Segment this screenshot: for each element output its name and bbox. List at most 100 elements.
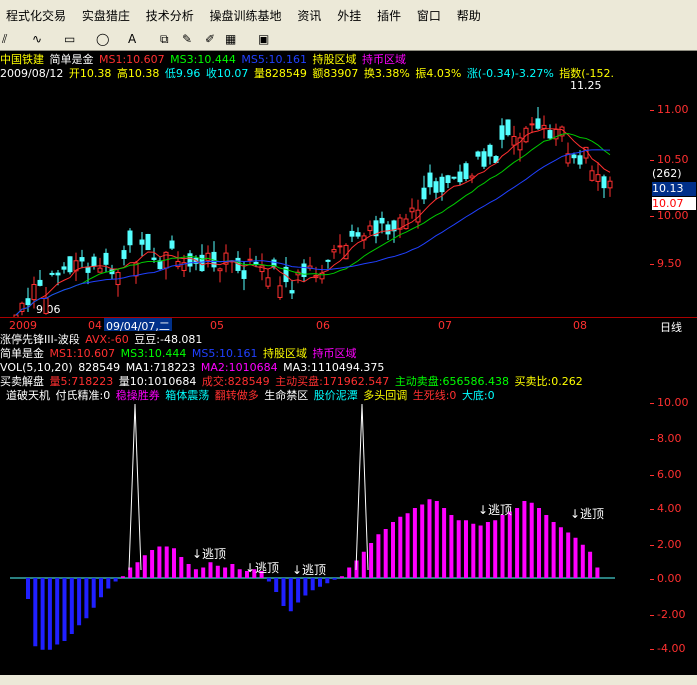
candle-body — [97, 267, 103, 273]
histogram-chart[interactable]: ↓逃顶 ↓逃顶 ↓逃顶 ↓逃顶 ↓逃顶 — [0, 388, 650, 675]
candle-body — [79, 257, 85, 262]
candle-body — [487, 144, 493, 157]
histogram-bar — [266, 578, 271, 582]
histogram-bar — [296, 578, 301, 603]
wave-icon[interactable]: ∿ — [32, 32, 42, 47]
histogram-bar — [478, 525, 483, 578]
candle-body — [445, 175, 451, 184]
menu-item-8[interactable]: 帮助 — [451, 0, 487, 24]
histogram-bar — [529, 502, 534, 578]
histogram-bar — [507, 511, 512, 578]
histogram-bar — [405, 513, 410, 578]
histogram-bar — [142, 555, 147, 578]
histogram-bar — [464, 520, 468, 578]
ma3-line — [15, 133, 611, 316]
escape-top-label: ↓逃顶 — [478, 503, 512, 517]
candle-body — [265, 277, 271, 287]
date-label: 07 — [438, 319, 452, 332]
histogram-bar — [347, 567, 352, 578]
menu-item-3[interactable]: 操盘训练基地 — [204, 0, 288, 24]
indicator-tick: -2.00 — [650, 608, 697, 621]
candle-body — [439, 176, 445, 193]
price-axis: 11.00 10.50 10.00 9.50 (262) 10.13 10.07 — [650, 51, 697, 317]
ma1-line — [15, 128, 611, 316]
parallel-lines-icon[interactable]: ⫽ — [2, 32, 7, 47]
current-price-badge: 10.07 — [652, 197, 696, 210]
histogram-bar — [332, 578, 337, 580]
candle-body — [139, 239, 145, 245]
candle-body — [43, 297, 49, 314]
indicator-value: 主动卖盘:656586.438 — [394, 375, 510, 388]
indicator-tick: 6.00 — [650, 468, 697, 481]
paint-icon[interactable]: ✎ — [182, 32, 192, 47]
indicator-value: 828549 — [78, 361, 121, 374]
candle-body — [409, 207, 415, 213]
menu-item-6[interactable]: 插件 — [371, 0, 407, 24]
indicator-title: 涨停先锋III-波段 — [0, 333, 80, 346]
histogram-bar — [493, 520, 498, 578]
date-label: 04 — [88, 319, 102, 332]
candle-body — [355, 232, 361, 237]
indicator-value: 主动买盘:171962.547 — [275, 375, 390, 388]
indicator-axis: 10.00 8.00 6.00 4.00 2.00 0.00 -2.00 -4.… — [650, 388, 697, 675]
indicator-row-4[interactable]: 买卖解盘 量5:718223 量10:1010684 成交:828549 主动买… — [0, 375, 585, 388]
candle-body — [241, 270, 247, 279]
histogram-bar — [230, 564, 235, 578]
price-tick: 10.50 — [650, 153, 697, 166]
candle-body — [145, 233, 151, 251]
histogram-bar — [310, 578, 315, 591]
candle-body — [475, 151, 481, 157]
escape-top-label: ↓逃顶 — [192, 547, 226, 561]
escape-top-label: ↓逃顶 — [245, 561, 279, 575]
candle-body — [385, 224, 391, 235]
candle-body — [91, 256, 97, 267]
menu-item-5[interactable]: 外挂 — [331, 0, 367, 24]
date-label: 05 — [210, 319, 224, 332]
indicator-row-3[interactable]: VOL(5,10,20) 828549 MA1:718223 MA2:10106… — [0, 361, 386, 374]
histogram-bar — [420, 504, 425, 578]
candlestick-chart[interactable] — [0, 51, 650, 317]
histogram-bar — [33, 578, 38, 647]
candle-body — [367, 225, 373, 232]
menu-item-4[interactable]: 资讯 — [291, 0, 327, 24]
histogram-bar — [120, 576, 125, 578]
indicator-row-2[interactable]: 简单是金 MS1:10.607 MS3:10.444 MS5:10.161 持股… — [0, 347, 359, 360]
candle-body — [505, 119, 511, 136]
candle-body — [253, 261, 259, 265]
histogram-bar — [391, 522, 395, 578]
indicator-row-1[interactable]: 涨停先锋III-波段 AVX:-60 豆豆:-48.081 — [0, 333, 204, 346]
color-palette-icon[interactable]: ▦ — [225, 32, 236, 47]
candle-body — [61, 266, 67, 270]
menu-item-7[interactable]: 窗口 — [411, 0, 447, 24]
indicator-tick: 10.00 — [650, 396, 697, 409]
ellipse-icon[interactable]: ◯ — [96, 32, 109, 47]
indicator-title: 简单是金 — [0, 347, 44, 360]
histogram-bar — [471, 523, 476, 578]
candle-body — [103, 252, 109, 265]
histogram-bar — [281, 578, 286, 606]
candle-body — [37, 279, 43, 286]
rectangle-icon[interactable]: ▭ — [64, 32, 75, 47]
copy-icon[interactable]: ⧉ — [160, 32, 169, 47]
bottom-tab-strip[interactable] — [0, 675, 697, 685]
pencil-icon[interactable]: ✐ — [205, 32, 215, 47]
menu-item-1[interactable]: 实盘猎庄 — [76, 0, 136, 24]
price-panel: 中国铁建 简单是金 MS1:10.607 MS3:10.444 MS5:10.1… — [0, 51, 650, 317]
histogram-bar — [427, 499, 432, 578]
histogram-bar — [544, 515, 549, 578]
save-icon[interactable]: ▣ — [258, 32, 269, 47]
price-tick: 10.00 — [650, 209, 697, 222]
menu-item-2[interactable]: 技术分析 — [140, 0, 200, 24]
candle-body — [25, 298, 31, 306]
histogram-bar — [537, 508, 541, 578]
candle-body — [337, 245, 343, 248]
signal-spike — [355, 403, 369, 571]
menu-bar: 程式化交易 实盘猎庄 技术分析 操盘训练基地 资讯 外挂 插件 窗口 帮助 — [0, 0, 697, 31]
text-tool-icon[interactable]: A — [128, 32, 136, 47]
price-tick: 9.50 — [650, 257, 697, 270]
histogram-bar — [434, 501, 439, 578]
candle-body — [427, 172, 433, 188]
histogram-bar — [135, 562, 140, 578]
menu-item-0[interactable]: 程式化交易 — [0, 0, 72, 24]
histogram-bar — [325, 578, 330, 584]
